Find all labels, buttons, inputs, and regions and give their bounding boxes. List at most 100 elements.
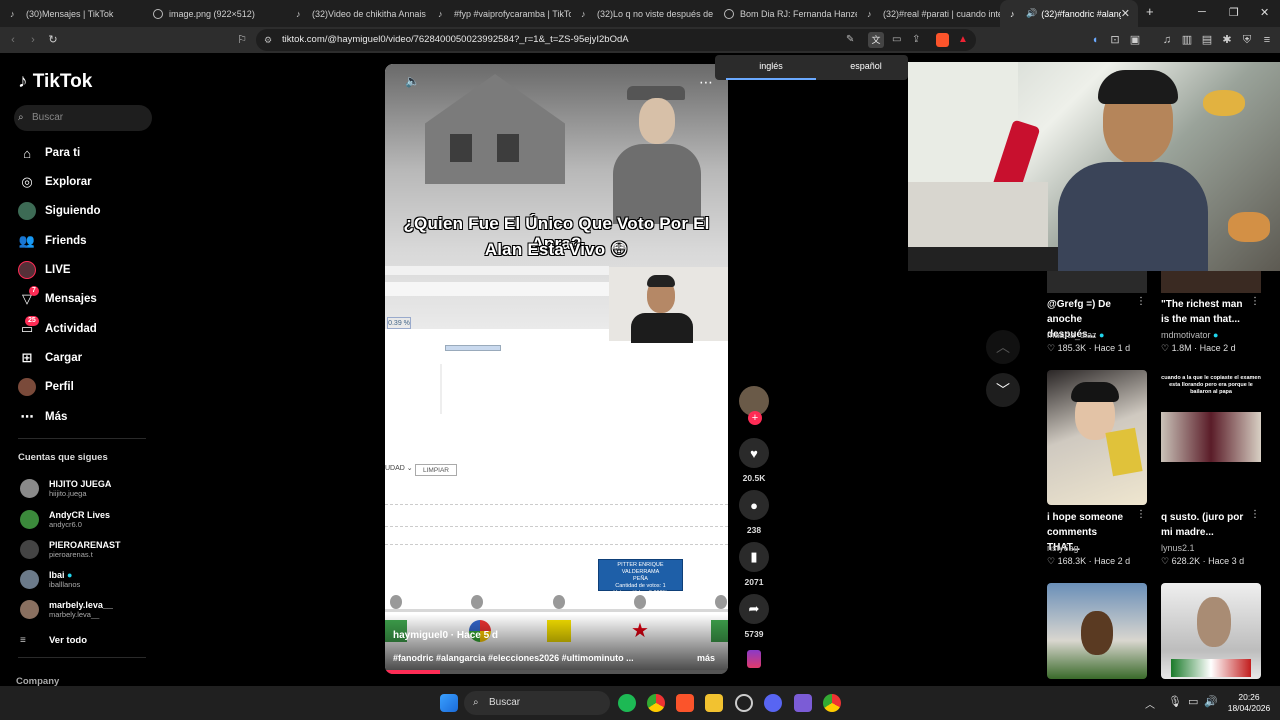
obs-icon[interactable] bbox=[735, 694, 753, 712]
url-field[interactable]: ⚙ tiktok.com/@haymiguel0/video/762840005… bbox=[256, 29, 976, 51]
language-option-en[interactable]: inglés bbox=[726, 55, 816, 80]
share-button[interactable]: ➦ 5739 bbox=[739, 594, 769, 639]
rec-more-icon[interactable]: ⋮ bbox=[1136, 296, 1146, 307]
nav-perfil[interactable]: Perfil bbox=[18, 377, 74, 397]
comment-button[interactable]: ● 238 bbox=[739, 490, 769, 535]
nav-para-ti[interactable]: ⌂ Para ti bbox=[18, 143, 80, 163]
cast-icon[interactable]: ▭ bbox=[892, 29, 901, 51]
previous-video-button[interactable]: ︿ bbox=[986, 330, 1020, 364]
browser-tab[interactable]: image.png (922×512) bbox=[143, 0, 286, 27]
maximize-icon[interactable]: ❐ bbox=[1229, 6, 1239, 19]
nav-actividad[interactable]: ▭ Actividad 25 bbox=[18, 316, 97, 339]
bookmark-icon[interactable]: ⚐ bbox=[235, 33, 249, 47]
video-player[interactable]: 🔈 ⋯ ¿Quien Fue El Único Que Voto Por El … bbox=[385, 64, 728, 674]
rec-title[interactable]: q susto. (juro por mi madre... bbox=[1161, 510, 1246, 540]
translate-icon[interactable]: 文 bbox=[868, 32, 884, 48]
rec-thumbnail-partial[interactable] bbox=[1161, 271, 1261, 293]
wallet-icon[interactable]: ▤ bbox=[1200, 33, 1214, 47]
save-button[interactable]: ▮ 2071 bbox=[739, 542, 769, 587]
vpn-icon[interactable]: ⛨ bbox=[1240, 33, 1254, 47]
browser-tab[interactable]: ♪ (32)#real #parati | cuando inte bbox=[857, 0, 1000, 27]
nav-live[interactable]: LIVE bbox=[18, 260, 71, 280]
brave-icon[interactable] bbox=[676, 694, 694, 712]
followed-account[interactable]: Ibai ● iballlanos bbox=[20, 566, 80, 592]
next-video-button[interactable]: ﹀ bbox=[986, 373, 1020, 407]
see-all-link[interactable]: ≡ Ver todo bbox=[20, 627, 87, 653]
menu-icon[interactable]: ≡ bbox=[1260, 33, 1274, 47]
video-author[interactable]: haymiguel0 · Hace 5 d bbox=[393, 630, 498, 641]
follow-plus-icon[interactable]: + bbox=[748, 411, 762, 425]
browser-tab[interactable]: ♪ #fyp #vaiprofycaramba | TikTok bbox=[428, 0, 571, 27]
rec-thumbnail[interactable] bbox=[1047, 370, 1147, 505]
search-input[interactable]: ⌕ Buscar bbox=[14, 105, 152, 131]
spotify-icon[interactable] bbox=[618, 694, 636, 712]
rec-thumbnail[interactable] bbox=[1161, 583, 1261, 679]
nav-mensajes[interactable]: ▽ Mensajes 7 bbox=[18, 286, 97, 309]
followed-account[interactable]: marbely.leva__ marbely.leva__ bbox=[20, 596, 113, 622]
rec-thumbnail-partial[interactable] bbox=[1047, 271, 1147, 293]
rec-more-icon[interactable]: ⋮ bbox=[1136, 509, 1146, 520]
extensions-icon[interactable]: ✱ bbox=[1220, 33, 1234, 47]
speaker-icon[interactable]: 🔊 bbox=[1026, 8, 1037, 19]
rec-more-icon[interactable]: ⋮ bbox=[1250, 509, 1260, 520]
share-icon[interactable]: ⇪ bbox=[912, 29, 920, 51]
back-icon[interactable]: ‹ bbox=[6, 33, 20, 47]
taskbar-clock[interactable]: 20:26 18/04/2026 bbox=[1226, 692, 1272, 714]
nav-friends[interactable]: 👥 Friends bbox=[18, 231, 87, 251]
rec-user[interactable]: maarta_diaz ● bbox=[1047, 330, 1104, 340]
browser-tab-active[interactable]: ♪ 🔊 (32)#fanodric #alangar ✕ bbox=[1000, 0, 1138, 27]
screenshot-icon[interactable]: ⊡ bbox=[1108, 33, 1122, 47]
sidebar-icon[interactable]: ▥ bbox=[1180, 33, 1194, 47]
language-option-es[interactable]: español bbox=[821, 55, 911, 80]
nav-siguiendo[interactable]: Siguiendo bbox=[18, 201, 101, 221]
music-disc-icon[interactable] bbox=[747, 650, 761, 668]
brave-rewards-icon[interactable]: ▲ bbox=[958, 29, 968, 51]
rec-user[interactable]: nsty6ag bbox=[1047, 543, 1079, 553]
brave-shield-icon[interactable] bbox=[936, 33, 949, 47]
nav-explorar[interactable]: ◎ Explorar bbox=[18, 172, 91, 192]
chrome-profile-icon[interactable] bbox=[823, 694, 841, 712]
apps-icon[interactable] bbox=[794, 694, 812, 712]
network-icon[interactable]: ▭ bbox=[1188, 695, 1198, 708]
like-button[interactable]: ♥ 20.5K bbox=[739, 438, 769, 483]
video-description[interactable]: #fanodric #alangarcia #elecciones2026 #u… bbox=[393, 653, 634, 663]
close-tab-icon[interactable]: ✕ bbox=[1121, 7, 1130, 20]
volume-icon[interactable]: 🔊 bbox=[1204, 695, 1218, 708]
translate-off-icon[interactable]: ✎ bbox=[846, 29, 854, 51]
audio-icon[interactable]: ◖ bbox=[1088, 33, 1102, 47]
site-info-icon[interactable]: ⚙ bbox=[264, 29, 272, 51]
music-icon[interactable]: ♫ bbox=[1160, 33, 1174, 47]
tiktok-logo[interactable]: ♪ TikTok bbox=[18, 71, 92, 93]
tray-chevron-icon[interactable]: ︿ bbox=[1145, 696, 1155, 711]
followed-account[interactable]: PIEROARENAST pieroarenas.t bbox=[20, 536, 121, 562]
close-window-icon[interactable]: ✕ bbox=[1260, 6, 1269, 19]
more-options-icon[interactable]: ⋯ bbox=[699, 74, 713, 91]
windows-start-icon[interactable] bbox=[440, 694, 458, 712]
downloads-icon[interactable]: ▣ bbox=[1128, 33, 1142, 47]
rec-title[interactable]: "The richest man is the man that... bbox=[1161, 297, 1246, 327]
rec-more-icon[interactable]: ⋮ bbox=[1250, 296, 1260, 307]
video-progress-track[interactable] bbox=[385, 670, 728, 674]
reload-icon[interactable]: ↻ bbox=[46, 33, 60, 47]
author-avatar-button[interactable]: + bbox=[739, 386, 769, 425]
browser-tab[interactable]: ♪ (30)Mensajes | TikTok bbox=[0, 0, 143, 27]
file-explorer-icon[interactable] bbox=[705, 694, 723, 712]
browser-tab[interactable]: Bom Dia RJ: Fernanda Hanzen bbox=[714, 0, 857, 27]
forward-icon[interactable]: › bbox=[26, 33, 40, 47]
browser-tab[interactable]: ♪ (32)Video de chikitha Annais bbox=[286, 0, 428, 27]
rec-user[interactable]: mdmotivator ● bbox=[1161, 330, 1218, 340]
followed-account[interactable]: HIJITO JUEGA hiijito.juega bbox=[20, 475, 111, 501]
mute-icon[interactable]: 🔈 bbox=[405, 74, 420, 88]
rec-thumbnail[interactable]: cuando a la que le copiaste el examen es… bbox=[1161, 370, 1261, 505]
followed-account[interactable]: AndyCR Lives andycr6.0 bbox=[20, 506, 110, 532]
taskbar-search[interactable]: ⌕ Buscar bbox=[464, 691, 610, 715]
chrome-icon[interactable] bbox=[647, 694, 665, 712]
minimize-icon[interactable]: ─ bbox=[1198, 6, 1206, 18]
nav-mas[interactable]: ⋯ Más bbox=[18, 407, 68, 427]
rec-thumbnail[interactable] bbox=[1047, 583, 1147, 679]
rec-user[interactable]: lynus2.1 bbox=[1161, 543, 1195, 553]
discord-icon[interactable] bbox=[764, 694, 782, 712]
nav-cargar[interactable]: ⊞ Cargar bbox=[18, 348, 83, 368]
see-more-link[interactable]: más bbox=[697, 653, 715, 663]
microphone-icon[interactable]: 🎙 bbox=[1168, 695, 1182, 708]
